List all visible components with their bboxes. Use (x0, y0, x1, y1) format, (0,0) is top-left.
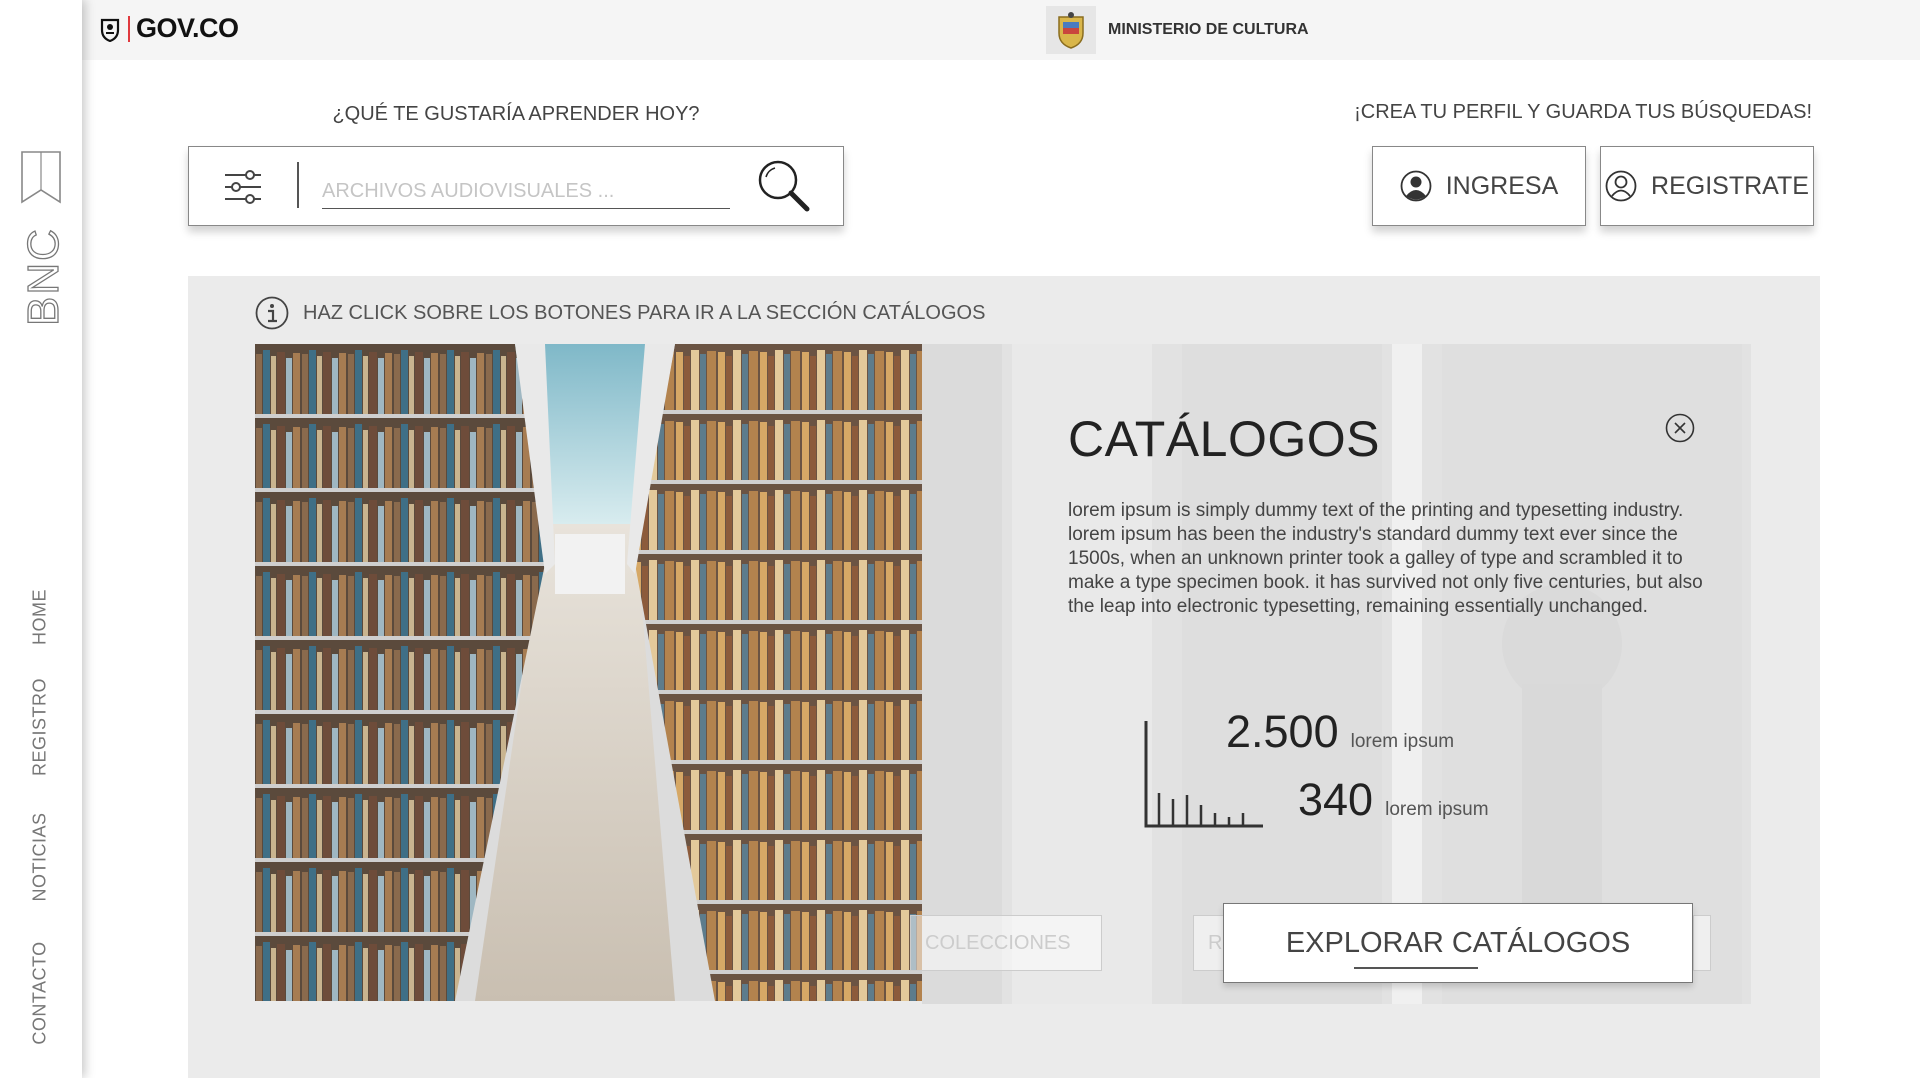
stat-value: 2.500 (1226, 706, 1339, 757)
stat-item: 2.500 lorem ipsum (1226, 706, 1454, 758)
search-bar (188, 146, 844, 226)
colecciones-button[interactable]: COLECCIONES (910, 915, 1102, 971)
catalog-panel: HAZ CLICK SOBRE LOS BOTONES PARA IR A LA… (188, 276, 1820, 1078)
search-input[interactable] (322, 175, 730, 209)
govco-separator (128, 15, 130, 42)
profile-prompt: ¡CREA TU PERFIL Y GUARDA TUS BÚSQUEDAS! (1354, 101, 1812, 123)
info-text: HAZ CLICK SOBRE LOS BOTONES PARA IR A LA… (303, 301, 986, 324)
info-banner: HAZ CLICK SOBRE LOS BOTONES PARA IR A LA… (255, 296, 985, 330)
explore-underline (1354, 967, 1478, 969)
nav-item-registro[interactable]: REGISTRO (30, 678, 51, 776)
stat-label: lorem ipsum (1350, 731, 1455, 752)
background-section-button-right[interactable] (1693, 915, 1711, 971)
bnc-logo[interactable]: BNC (20, 150, 62, 330)
close-icon[interactable] (1665, 413, 1695, 443)
register-button[interactable]: REGISTRATE (1600, 146, 1814, 226)
explore-catalogs-button[interactable]: EXPLORAR CATÁLOGOS (1223, 903, 1693, 983)
search-icon[interactable] (755, 157, 811, 213)
side-navigation: BNC HOME REGISTRO NOTICIAS CONTACTO (0, 0, 82, 1078)
stat-label: lorem ipsum (1385, 799, 1489, 820)
ministry-brand[interactable]: MINISTERIO DE CULTURA (1046, 6, 1309, 54)
catalog-description: lorem ipsum is simply dummy text of the … (1068, 500, 1703, 617)
top-bar: GOV.CO MINISTERIO DE CULTURA (0, 0, 1920, 60)
info-icon (255, 296, 289, 330)
login-button[interactable]: INGRESA (1372, 146, 1586, 226)
library-aisle-image (255, 344, 922, 1001)
govco-label: GOV.CO (136, 13, 239, 43)
govco-logo[interactable]: GOV.CO (98, 13, 239, 44)
user-outline-icon (1605, 170, 1637, 202)
user-solid-icon (1400, 170, 1432, 202)
coat-of-arms-icon (1046, 6, 1096, 54)
stat-item: 340 lorem ipsum (1298, 774, 1489, 826)
bnc-logo-text: BNC (20, 227, 62, 326)
search-prompt: ¿QUÉ TE GUSTARÍA APRENDER HOY? (332, 103, 700, 125)
nav-item-home[interactable]: HOME (30, 589, 51, 645)
register-label: REGISTRATE (1651, 171, 1809, 200)
catalog-title: CATÁLOGOS (1068, 411, 1380, 467)
nav-item-contacto[interactable]: CONTACTO (30, 941, 51, 1044)
search-divider (297, 162, 299, 208)
nav-item-noticias[interactable]: NOTICIAS (30, 812, 51, 901)
ministry-name: MINISTERIO DE CULTURA (1108, 21, 1309, 38)
filter-sliders-icon[interactable] (223, 167, 263, 207)
colombia-shield-icon (100, 18, 120, 42)
stat-value: 340 (1298, 774, 1374, 825)
login-label: INGRESA (1445, 171, 1559, 200)
